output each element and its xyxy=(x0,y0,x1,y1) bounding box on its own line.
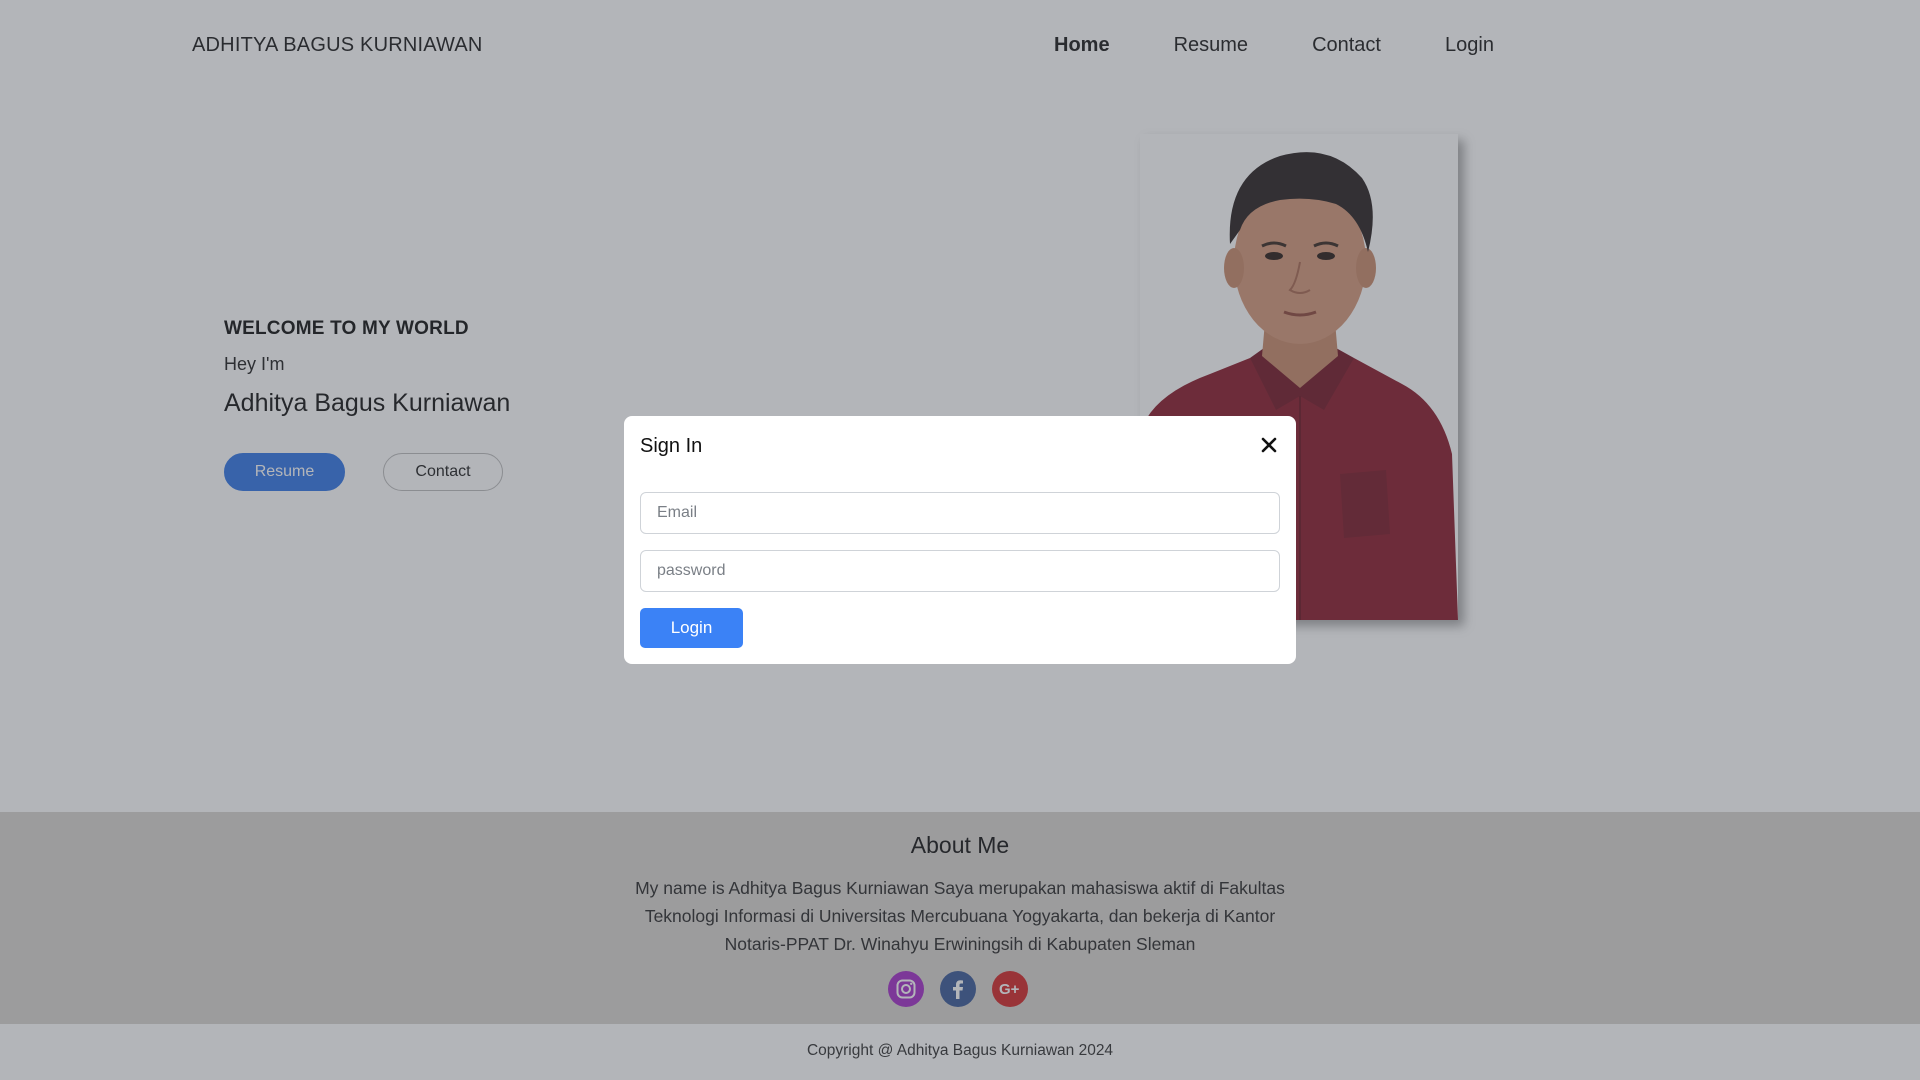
password-field[interactable] xyxy=(640,550,1280,592)
sign-in-modal: Sign In Login xyxy=(624,416,1296,664)
close-icon[interactable] xyxy=(1260,436,1278,454)
email-field[interactable] xyxy=(640,492,1280,534)
page: ADHITYA BAGUS KURNIAWAN Home Resume Cont… xyxy=(0,0,1920,1080)
login-button[interactable]: Login xyxy=(640,608,743,648)
modal-title: Sign In xyxy=(640,435,703,457)
